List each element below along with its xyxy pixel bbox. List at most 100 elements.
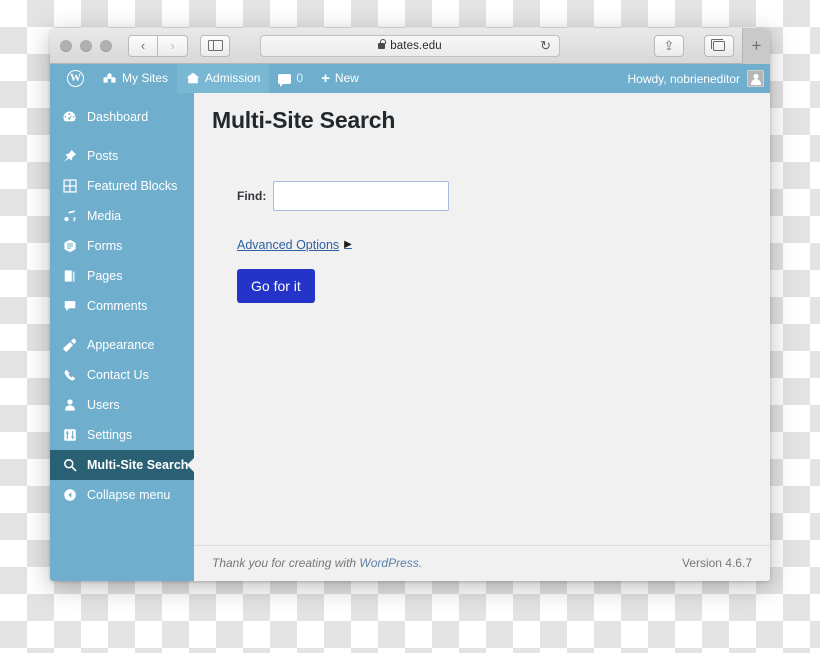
back-icon: ‹ xyxy=(140,38,146,53)
pages-icon xyxy=(61,269,78,283)
brush-icon xyxy=(61,338,78,353)
comments-menu[interactable]: 0 xyxy=(269,64,312,93)
home-icon xyxy=(186,72,200,86)
submit-search-button[interactable]: Go for it xyxy=(237,268,315,303)
footer-credit-suffix: . xyxy=(418,556,423,570)
address-bar-text: bates.edu xyxy=(390,39,442,52)
settings-icon xyxy=(61,428,78,442)
footer-credit: Thank you for creating with WordPress. xyxy=(212,556,422,570)
content-inner: Multi-Site Search Find: Advanced Options… xyxy=(194,93,770,545)
media-icon xyxy=(61,209,78,223)
sites-icon xyxy=(102,72,117,86)
browser-window: ‹ › bates.edu ↻ ⇪ + W My Sites Admission… xyxy=(50,28,770,581)
sidebar-panel-icon xyxy=(207,40,223,51)
wordpress-logo-icon: W xyxy=(67,70,84,87)
find-row: Find: xyxy=(212,180,770,211)
sidebar-toggle-button[interactable] xyxy=(200,34,230,57)
wordpress-admin: W My Sites Admission 0 + New Howdy, nobr… xyxy=(50,64,770,581)
menu-separator xyxy=(50,321,194,330)
toolbar-right-group: ⇪ + xyxy=(642,28,770,64)
chevron-right-icon: ▶ xyxy=(344,238,352,250)
pin-icon xyxy=(61,149,78,164)
sidebar-item-label: Dashboard xyxy=(87,110,149,124)
sidebar-item-label: Comments xyxy=(87,299,148,313)
sidebar-item-contact-us[interactable]: Contact Us xyxy=(50,360,194,390)
sidebar-item-label: Featured Blocks xyxy=(87,179,178,193)
wordpress-link[interactable]: WordPress xyxy=(359,556,418,570)
footer-credit-prefix: Thank you for creating with xyxy=(212,556,360,570)
share-button[interactable]: ⇪ xyxy=(654,34,684,57)
search-input[interactable] xyxy=(273,180,450,211)
menu-separator xyxy=(50,132,194,141)
search-icon xyxy=(61,458,78,472)
plus-icon: + xyxy=(321,70,330,87)
sidebar-item-label: Settings xyxy=(87,428,133,442)
new-content-menu[interactable]: + New xyxy=(312,64,368,93)
find-label: Find: xyxy=(237,188,267,203)
howdy-label: Howdy, nobrieneditor xyxy=(627,71,740,86)
new-tab-button[interactable]: + xyxy=(742,28,770,64)
forward-button[interactable]: › xyxy=(158,34,188,57)
minimize-window-button[interactable] xyxy=(80,39,92,52)
maximize-window-button[interactable] xyxy=(100,39,112,52)
account-menu[interactable]: Howdy, nobrieneditor xyxy=(627,70,770,87)
sidebar-item-appearance[interactable]: Appearance xyxy=(50,330,194,360)
sidebar-item-posts[interactable]: Posts xyxy=(50,141,194,171)
version-label: Version 4.6.7 xyxy=(681,556,752,570)
sidebar-item-featured-blocks[interactable]: Featured Blocks xyxy=(50,171,194,201)
share-icon: ⇪ xyxy=(663,38,675,53)
sidebar-item-pages[interactable]: Pages xyxy=(50,261,194,291)
sidebar-item-multi-site-search[interactable]: Multi-Site Search xyxy=(50,450,194,480)
admin-bar: W My Sites Admission 0 + New Howdy, nobr… xyxy=(50,64,770,93)
sidebar-item-settings[interactable]: Settings xyxy=(50,420,194,450)
multi-site-search-form: Find: Advanced Options ▶ Go for it xyxy=(212,180,770,303)
address-bar[interactable]: bates.edu ↻ xyxy=(260,34,560,57)
admin-main: Dashboard Posts Featured Blocks Media Fo… xyxy=(50,93,770,581)
new-content-label: New xyxy=(334,71,359,85)
my-sites-label: My Sites xyxy=(122,71,169,85)
sidebar-item-comments[interactable]: Comments xyxy=(50,291,194,321)
sidebar-item-label: Media xyxy=(87,209,122,223)
new-tab-icon: + xyxy=(751,35,762,55)
phone-icon xyxy=(61,368,78,382)
avatar xyxy=(747,70,764,87)
site-name-label: Admission xyxy=(205,71,261,85)
collapse-icon xyxy=(61,488,78,502)
sidebar-item-label: Contact Us xyxy=(87,368,149,382)
browser-toolbar: ‹ › bates.edu ↻ ⇪ + xyxy=(50,28,770,64)
back-button[interactable]: ‹ xyxy=(128,34,158,57)
forward-icon: › xyxy=(170,38,175,53)
forms-icon xyxy=(61,239,78,253)
my-sites-menu[interactable]: My Sites xyxy=(93,64,177,93)
sidebar-item-media[interactable]: Media xyxy=(50,201,194,231)
sidebar-item-users[interactable]: Users xyxy=(50,390,194,420)
reload-icon[interactable]: ↻ xyxy=(540,39,551,52)
sidebar-item-dashboard[interactable]: Dashboard xyxy=(50,102,194,132)
close-window-button[interactable] xyxy=(60,39,72,52)
navigation-buttons: ‹ › xyxy=(128,34,188,57)
comment-icon xyxy=(278,73,292,87)
comments-count: 0 xyxy=(296,71,304,85)
advanced-options-label: Advanced Options xyxy=(237,237,340,252)
comment-icon xyxy=(61,299,78,313)
sidebar-item-label: Users xyxy=(87,398,120,412)
window-controls xyxy=(60,39,112,52)
sidebar-item-label: Forms xyxy=(87,239,123,253)
show-tabs-button[interactable] xyxy=(704,34,734,57)
sidebar-item-label: Posts xyxy=(87,149,119,163)
advanced-options-link[interactable]: Advanced Options ▶ xyxy=(212,238,352,252)
user-icon xyxy=(61,398,78,412)
grid-icon xyxy=(61,179,78,193)
wp-logo-menu[interactable]: W xyxy=(58,64,93,93)
content-area: Multi-Site Search Find: Advanced Options… xyxy=(194,93,770,581)
sidebar-item-forms[interactable]: Forms xyxy=(50,231,194,261)
page-title: Multi-Site Search xyxy=(212,107,396,133)
site-name-menu[interactable]: Admission xyxy=(177,64,270,93)
sidebar-item-label: Pages xyxy=(87,269,123,283)
sidebar-item-collapse-menu[interactable]: Collapse menu xyxy=(50,480,194,510)
dashboard-icon xyxy=(61,110,78,125)
admin-footer: Thank you for creating with WordPress. V… xyxy=(194,545,770,581)
lock-icon xyxy=(378,38,386,49)
admin-sidebar-menu: Dashboard Posts Featured Blocks Media Fo… xyxy=(50,93,194,581)
sidebar-item-label: Appearance xyxy=(87,338,155,352)
